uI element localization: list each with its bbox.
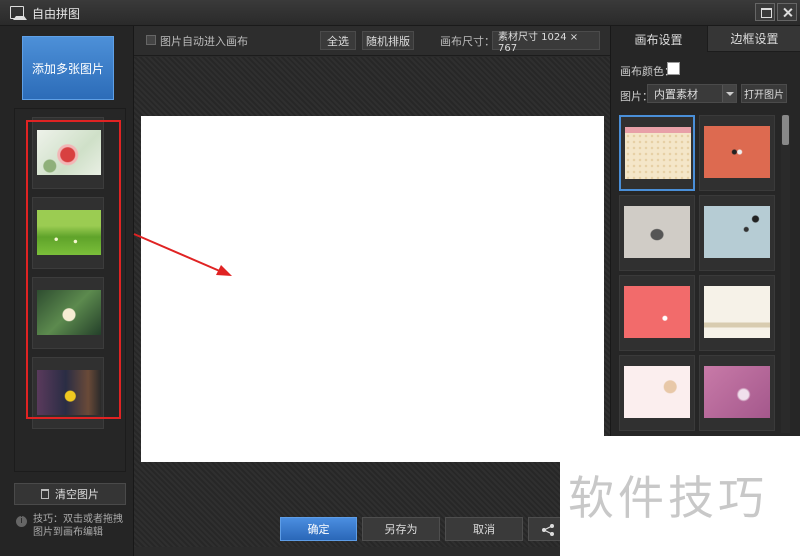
cream-lace-image [704, 286, 770, 338]
polka-cream-image [625, 127, 691, 179]
clear-images-button[interactable]: 清空图片 [14, 483, 126, 505]
open-image-button[interactable]: 打开图片 [741, 84, 787, 103]
thumbnail-white-flower[interactable] [32, 277, 104, 349]
pink-tree-image [624, 366, 690, 418]
tab-canvas-settings[interactable]: 画布设置 [611, 26, 706, 52]
maximize-button[interactable] [755, 3, 775, 21]
save-as-button[interactable]: 另存为 [362, 517, 440, 541]
orange-smile-image [704, 126, 770, 178]
red-flower-image [37, 130, 101, 175]
close-button[interactable] [777, 3, 797, 21]
thumbnail-red-flower[interactable] [32, 117, 104, 189]
info-icon: i [16, 516, 27, 527]
settings-panel: 画布设置 边框设置 画布颜色： 图片： 内置素材 打开图片 [610, 26, 800, 436]
trash-icon [41, 489, 49, 499]
auto-canvas-checkbox[interactable] [146, 35, 156, 45]
canvas-size-label: 画布尺寸： [440, 35, 495, 48]
white-flower-image [37, 290, 101, 335]
background-grid [619, 115, 779, 435]
window-title: 自由拼图 [32, 7, 81, 21]
watermark-text: 软件技巧 [568, 471, 768, 525]
canvas-size-select[interactable]: 素材尺寸 1024 × 767 [492, 31, 600, 54]
ok-button[interactable]: 确定 [280, 517, 357, 541]
cancel-button[interactable]: 取消 [445, 517, 523, 541]
select-all-button[interactable]: 全选 [320, 31, 356, 50]
thumbnail-toy-figure[interactable] [32, 357, 104, 429]
add-images-button[interactable]: 添加多张图片 [22, 36, 114, 100]
background-pink-tree[interactable] [619, 355, 695, 431]
collage-canvas[interactable] [141, 116, 604, 462]
background-cream-lace[interactable] [699, 275, 775, 351]
green-meadow-image [37, 210, 101, 255]
grey-cartoon-image [624, 206, 690, 258]
tip-text: 技巧：双击或者拖拽图片到画布编辑 [33, 514, 123, 538]
tab-border-settings[interactable]: 边框设置 [707, 26, 800, 52]
background-purple-bokeh[interactable] [699, 355, 775, 431]
thumbnail-list[interactable] [14, 108, 126, 472]
random-sort-button[interactable]: 随机排版 [362, 31, 414, 50]
background-blue-dandelion[interactable] [699, 195, 775, 271]
puzzle-app-icon [10, 6, 27, 20]
toy-figure-image [37, 370, 101, 415]
background-orange-smile[interactable] [699, 115, 775, 191]
auto-canvas-label: 图片自动进入画布 [160, 35, 248, 48]
thumbnail-green-meadow[interactable] [32, 197, 104, 269]
purple-bokeh-image [704, 366, 770, 418]
clear-images-label: 清空图片 [55, 488, 99, 501]
canvas-color-swatch[interactable] [667, 62, 680, 75]
scroll-thumb[interactable] [782, 115, 789, 145]
title-bar: 自由拼图 [0, 0, 800, 26]
backgrounds-scrollbar[interactable] [781, 115, 790, 433]
background-grey-cartoon[interactable] [619, 195, 695, 271]
canvas-toolbar: 图片自动进入画布 全选 随机排版 画布尺寸： 素材尺寸 1024 × 767 [134, 26, 610, 56]
share-icon [542, 524, 554, 536]
image-panel: 添加多张图片 清空图片 i 技巧：双击或者拖拽图片到画布编辑 [0, 26, 134, 556]
blue-dandelion-image [704, 206, 770, 258]
background-polka-cream[interactable] [619, 115, 695, 191]
coral-bird-image [624, 286, 690, 338]
chevron-down-icon[interactable] [722, 85, 736, 102]
background-coral-bird[interactable] [619, 275, 695, 351]
